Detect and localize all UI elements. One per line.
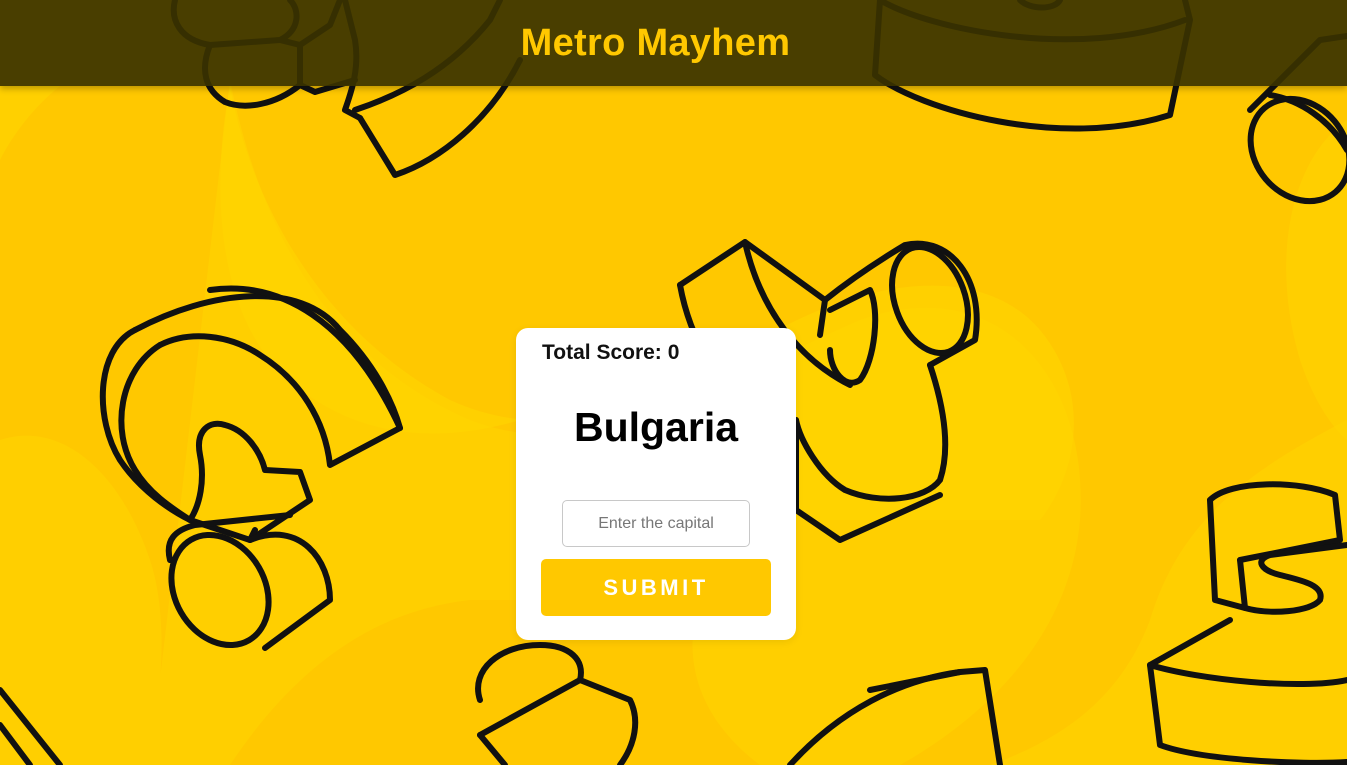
top-bar: Metro Mayhem — [0, 0, 1347, 86]
total-score: Total Score: 0 — [542, 341, 679, 365]
quiz-card: Total Score:0 Bulgaria SUBMIT — [516, 328, 796, 640]
app-title: Metro Mayhem — [520, 21, 791, 64]
country-name: Bulgaria — [573, 404, 739, 450]
score-value: 0 — [667, 341, 680, 364]
score-label: Total Score: — [542, 341, 662, 364]
page: Metro Mayhem Total Score:0 Bulgaria SUBM… — [0, 0, 1347, 765]
submit-button[interactable]: SUBMIT — [541, 559, 771, 616]
capital-input[interactable] — [562, 500, 750, 547]
